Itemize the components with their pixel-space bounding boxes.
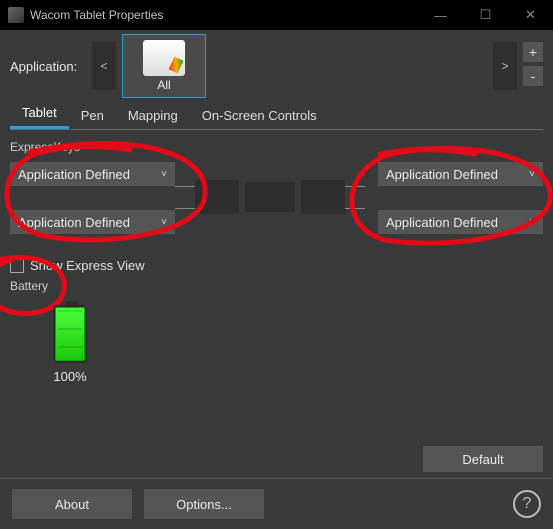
footer: About Options... ? bbox=[0, 478, 553, 529]
tab-tablet[interactable]: Tablet bbox=[10, 101, 69, 129]
all-apps-icon bbox=[143, 40, 185, 76]
help-button[interactable]: ? bbox=[513, 490, 541, 518]
battery-display: 100% bbox=[10, 305, 130, 384]
tab-on-screen-controls[interactable]: On-Screen Controls bbox=[190, 104, 329, 129]
close-button[interactable]: ✕ bbox=[508, 0, 553, 30]
diagram-line bbox=[345, 208, 365, 209]
show-express-row: Show Express View bbox=[10, 258, 543, 273]
app-tile-caption: All bbox=[157, 78, 170, 92]
diagram-line bbox=[175, 208, 195, 209]
diagram-mid bbox=[245, 182, 295, 212]
app-icon bbox=[8, 7, 24, 23]
chevron-down-icon: ˅ bbox=[161, 217, 167, 228]
maximize-button[interactable]: ☐ bbox=[463, 0, 508, 30]
expresskeys-heading: ExpressKeys bbox=[10, 140, 543, 154]
window-title: Wacom Tablet Properties bbox=[30, 8, 163, 22]
show-express-checkbox[interactable] bbox=[10, 259, 24, 273]
titlebar: Wacom Tablet Properties — ☐ ✕ bbox=[0, 0, 553, 30]
diagram-right bbox=[301, 180, 345, 214]
about-button[interactable]: About bbox=[12, 489, 132, 519]
app-remove-button[interactable]: - bbox=[523, 66, 543, 86]
expresskeys-left: Application Defined ˅ Application Define… bbox=[10, 162, 175, 234]
diagram-left bbox=[195, 180, 239, 214]
tablet-diagram bbox=[195, 168, 345, 226]
ek-right-2-label: Application Defined bbox=[386, 215, 498, 230]
app-next-button[interactable]: > bbox=[493, 42, 517, 90]
ek-right-1-label: Application Defined bbox=[386, 167, 498, 182]
battery-heading: Battery bbox=[10, 279, 543, 293]
application-label: Application: bbox=[10, 59, 90, 74]
battery-icon bbox=[53, 305, 87, 363]
app-prev-button[interactable]: < bbox=[92, 42, 116, 90]
content-area: Application: < All > + - Tablet Pen Mapp… bbox=[0, 30, 553, 478]
expresskeys-area: Application Defined ˅ Application Define… bbox=[10, 160, 543, 250]
expresskeys-right: Application Defined ˅ Application Define… bbox=[378, 162, 543, 234]
chevron-down-icon: ˅ bbox=[529, 169, 535, 180]
default-button[interactable]: Default bbox=[423, 446, 543, 472]
diagram-line bbox=[345, 186, 365, 187]
options-button[interactable]: Options... bbox=[144, 489, 264, 519]
app-add-button[interactable]: + bbox=[523, 42, 543, 62]
ek-left-2-label: Application Defined bbox=[18, 215, 130, 230]
tab-mapping[interactable]: Mapping bbox=[116, 104, 190, 129]
ek-right-2-dropdown[interactable]: Application Defined ˅ bbox=[378, 210, 543, 234]
tab-pen[interactable]: Pen bbox=[69, 104, 116, 129]
application-row: Application: < All > + - bbox=[10, 36, 543, 96]
show-express-label: Show Express View bbox=[30, 258, 145, 273]
diagram-line bbox=[175, 186, 195, 187]
default-row: Default bbox=[10, 416, 543, 472]
minimize-button[interactable]: — bbox=[418, 0, 463, 30]
tabs: Tablet Pen Mapping On-Screen Controls bbox=[10, 102, 543, 130]
ek-left-2-dropdown[interactable]: Application Defined ˅ bbox=[10, 210, 175, 234]
app-tile-all[interactable]: All bbox=[122, 34, 206, 98]
app-add-remove: + - bbox=[523, 42, 543, 90]
chevron-down-icon: ˅ bbox=[161, 169, 167, 180]
ek-left-1-dropdown[interactable]: Application Defined ˅ bbox=[10, 162, 175, 186]
chevron-down-icon: ˅ bbox=[529, 217, 535, 228]
battery-percent: 100% bbox=[53, 369, 86, 384]
ek-right-1-dropdown[interactable]: Application Defined ˅ bbox=[378, 162, 543, 186]
window-root: Wacom Tablet Properties — ☐ ✕ Applicatio… bbox=[0, 0, 553, 529]
ek-left-1-label: Application Defined bbox=[18, 167, 130, 182]
